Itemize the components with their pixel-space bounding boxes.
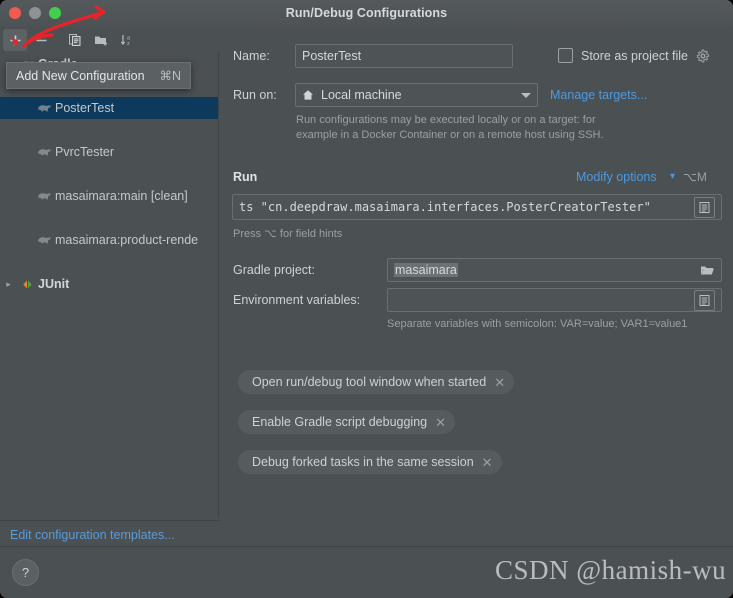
- junit-icon: [17, 278, 37, 291]
- close-window-button[interactable]: [9, 7, 21, 19]
- tree-item-label: PvrcTester: [55, 145, 115, 159]
- help-icon: ?: [21, 565, 30, 580]
- gradle-elephant-icon: [34, 147, 54, 158]
- sort-az-icon: a z: [120, 35, 131, 47]
- window-title: Run/Debug Configurations: [285, 6, 448, 20]
- run-on-value: Local machine: [321, 88, 402, 102]
- option-chip-label: Debug forked tasks in the same session: [252, 455, 474, 469]
- tooltip-shortcut: ⌘N: [159, 69, 181, 83]
- tree-item-label: masaimara:main [clean]: [55, 189, 188, 203]
- gradle-elephant-icon: [34, 191, 54, 202]
- minimize-window-button[interactable]: [29, 7, 41, 19]
- tree-group-junit[interactable]: ▸ JUnit: [0, 273, 218, 295]
- remove-configuration-button[interactable]: [29, 29, 53, 51]
- field-hints-text: Press ⌥ for field hints: [233, 228, 343, 240]
- run-on-combobox[interactable]: Local machine: [295, 83, 538, 107]
- store-as-project-file-group[interactable]: Store as project file: [558, 48, 710, 63]
- run-on-label: Run on:: [233, 88, 277, 102]
- gradle-elephant-icon: [34, 103, 54, 114]
- add-new-configuration-tooltip: Add New Configuration ⌘N: [6, 62, 191, 89]
- run-on-hint: Run configurations may be executed local…: [296, 113, 696, 143]
- gradle-project-value: masaimara: [394, 263, 458, 277]
- name-input-value: PosterTest: [302, 49, 362, 63]
- traffic-lights: [9, 7, 61, 19]
- tree-item-masaimara-product-render[interactable]: masaimara:product-rende: [0, 229, 218, 251]
- environment-variables-row: Environment variables:: [233, 293, 360, 307]
- name-input[interactable]: PosterTest: [295, 44, 513, 68]
- name-row: Name:: [233, 49, 270, 63]
- folder-plus-icon: [94, 36, 107, 46]
- edit-configuration-templates-row[interactable]: Edit configuration templates...: [0, 520, 229, 549]
- tree-item-pvrctester[interactable]: PvrcTester: [0, 141, 218, 163]
- close-icon[interactable]: ✕: [482, 456, 493, 469]
- gear-icon[interactable]: [696, 49, 710, 63]
- gradle-project-input[interactable]: masaimara: [387, 258, 722, 282]
- run-on-hint-line-1: Run configurations may be executed local…: [296, 114, 596, 126]
- option-chip-label: Open run/debug tool window when started: [252, 375, 487, 389]
- run-debug-configurations-window: Run/Debug Configurations a z PosterTest …: [0, 0, 733, 598]
- run-command-input[interactable]: ts "cn.deepdraw.masaimara.interfaces.Pos…: [232, 194, 722, 220]
- configurations-toolbar: a z: [0, 27, 222, 54]
- tree-item-label: JUnit: [38, 277, 70, 291]
- option-chip-label: Enable Gradle script debugging: [252, 415, 428, 429]
- tree-item-label: masaimara:product-rende: [55, 233, 199, 247]
- option-chip-debug-forked-tasks[interactable]: Debug forked tasks in the same session ✕: [238, 450, 502, 474]
- modify-options-link[interactable]: Modify options: [576, 170, 657, 184]
- run-command-value: ts "cn.deepdraw.masaimara.interfaces.Pos…: [239, 200, 651, 214]
- store-as-project-file-checkbox[interactable]: [558, 48, 573, 63]
- close-icon[interactable]: ✕: [435, 416, 446, 429]
- environment-variables-input[interactable]: [387, 288, 722, 312]
- option-chip-open-tool-window[interactable]: Open run/debug tool window when started …: [238, 370, 515, 394]
- environment-variables-label: Environment variables:: [233, 293, 361, 307]
- gradle-project-row: Gradle project:: [233, 263, 315, 277]
- chevron-down-icon[interactable]: [521, 92, 531, 98]
- tree-item-postertest[interactable]: PosterTest: [0, 97, 218, 119]
- chevron-right-icon[interactable]: ▸: [0, 279, 17, 290]
- tree-item-label: PosterTest: [55, 101, 115, 115]
- modify-options-shortcut: ⌥M: [683, 170, 707, 184]
- folder-icon[interactable]: [700, 264, 715, 277]
- tooltip-label: Add New Configuration: [16, 68, 145, 83]
- run-on-row: Run on:: [233, 88, 277, 102]
- home-icon: [302, 89, 314, 101]
- expand-editor-icon[interactable]: [694, 289, 715, 311]
- svg-text:z: z: [127, 41, 130, 47]
- tree-item-masaimara-main[interactable]: masaimara:main [clean]: [0, 185, 218, 207]
- minus-icon: [36, 39, 46, 41]
- environment-variables-hint: Separate variables with semicolon: VAR=v…: [387, 318, 688, 330]
- help-button[interactable]: ?: [12, 559, 39, 586]
- run-section-title: Run: [233, 170, 258, 184]
- store-as-project-file-label: Store as project file: [581, 48, 688, 63]
- plus-icon: [10, 35, 20, 45]
- edit-configuration-templates-link[interactable]: Edit configuration templates...: [10, 528, 175, 542]
- sort-configurations-button[interactable]: a z: [115, 29, 139, 51]
- zoom-window-button[interactable]: [49, 7, 61, 19]
- run-on-hint-line-2: example in a Docker Container or on a re…: [296, 129, 604, 141]
- gradle-project-label: Gradle project:: [233, 263, 315, 277]
- new-folder-button[interactable]: [89, 29, 113, 51]
- copy-configuration-button[interactable]: [63, 29, 87, 51]
- add-configuration-button[interactable]: [3, 29, 27, 51]
- expand-editor-icon[interactable]: [694, 196, 715, 218]
- title-bar: Run/Debug Configurations: [0, 0, 733, 28]
- close-icon[interactable]: ✕: [494, 376, 505, 389]
- configurations-tree-panel[interactable]: ▾ Gradle PosterTest PvrcTester: [0, 53, 219, 518]
- manage-targets-link[interactable]: Manage targets...: [550, 88, 647, 102]
- configuration-form-panel: Name: PosterTest Store as project file R…: [220, 27, 733, 545]
- copy-icon: [69, 34, 81, 46]
- gradle-elephant-icon: [34, 235, 54, 246]
- name-label: Name:: [233, 49, 270, 63]
- chevron-down-icon[interactable]: ▾: [670, 171, 675, 182]
- option-chip-enable-gradle-script-debugging[interactable]: Enable Gradle script debugging ✕: [238, 410, 456, 434]
- csdn-watermark: CSDN @hamish-wu: [495, 555, 727, 585]
